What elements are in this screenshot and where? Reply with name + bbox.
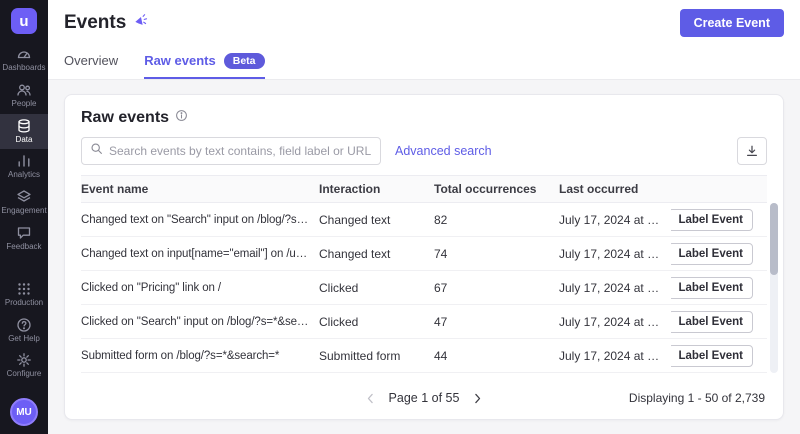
sidebar-item-data[interactable]: Data (0, 114, 48, 150)
tab-overview[interactable]: Overview (64, 46, 118, 79)
page-content: Raw events Advanced search Event name In… (48, 80, 800, 434)
scrollbar-thumb[interactable] (770, 203, 778, 275)
analytics-icon (16, 153, 32, 169)
displaying-count: Displaying 1 - 50 of 2,739 (629, 391, 765, 405)
people-icon (16, 82, 32, 98)
sidebar-item-configure[interactable]: Configure (0, 348, 48, 384)
advanced-search-link[interactable]: Advanced search (395, 144, 492, 158)
sidebar: u Dashboards People Data Analytics Engag… (0, 0, 48, 434)
event-name-cell: Clicked on "Search" input on /blog/?s=*&… (81, 316, 319, 328)
label-event-button[interactable]: Label Event (671, 209, 753, 231)
interaction-cell: Changed text (319, 247, 434, 261)
production-icon (16, 281, 32, 297)
page-header: Events Create Event (48, 0, 800, 46)
dashboards-icon (16, 46, 32, 62)
label-event-button[interactable]: Label Event (671, 311, 753, 333)
last-occurred-cell: July 17, 2024 at 10... (559, 281, 671, 295)
search-box (81, 137, 381, 165)
table-scrollbar[interactable] (770, 203, 778, 373)
page-title: Events (64, 12, 126, 34)
last-occurred-cell: July 17, 2024 at 10... (559, 315, 671, 329)
column-header-event-name: Event name (81, 182, 319, 196)
sidebar-item-feedback[interactable]: Feedback (0, 221, 48, 257)
interaction-cell: Submitted form (319, 349, 434, 363)
download-button[interactable] (737, 137, 767, 165)
app-window: u Dashboards People Data Analytics Engag… (0, 0, 800, 434)
occurrences-cell: 82 (434, 213, 559, 227)
sidebar-item-get-help[interactable]: Get Help (0, 313, 48, 349)
table-body: Changed text on "Search" input on /blog/… (81, 203, 767, 373)
table-row: Clicked on "Search" input on /blog/?s=*&… (81, 305, 767, 339)
last-occurred-cell: July 17, 2024 at 05... (559, 247, 671, 261)
card-title: Raw events (81, 109, 169, 127)
column-header-interaction: Interaction (319, 182, 434, 196)
events-table: Event name Interaction Total occurrences… (81, 175, 767, 373)
engagement-icon (16, 189, 32, 205)
column-header-total-occurrences: Total occurrences (434, 182, 559, 196)
beta-badge: Beta (224, 53, 265, 69)
page-indicator: Page 1 of 55 (389, 391, 460, 405)
table-row: Clicked on "Pricing" link on / Clicked 6… (81, 271, 767, 305)
tab-bar: Overview Raw events Beta (48, 46, 800, 80)
search-icon (90, 142, 103, 160)
search-input[interactable] (109, 144, 372, 158)
help-icon (16, 317, 32, 333)
table-toolbar: Advanced search (81, 137, 767, 165)
create-event-button[interactable]: Create Event (680, 9, 784, 37)
occurrences-cell: 44 (434, 349, 559, 363)
sidebar-item-production[interactable]: Production (0, 277, 48, 313)
occurrences-cell: 47 (434, 315, 559, 329)
sidebar-item-people[interactable]: People (0, 78, 48, 114)
label-event-button[interactable]: Label Event (671, 243, 753, 265)
event-name-cell: Changed text on input[name="email"] on /… (81, 248, 319, 260)
user-avatar[interactable]: MU (10, 398, 38, 426)
last-occurred-cell: July 17, 2024 at 10... (559, 349, 671, 363)
label-event-button[interactable]: Label Event (671, 277, 753, 299)
prev-page-button[interactable] (362, 390, 379, 407)
table-header-row: Event name Interaction Total occurrences… (81, 175, 767, 203)
next-page-button[interactable] (469, 390, 486, 407)
table-row: Submitted form on /blog/?s=*&search=* Su… (81, 339, 767, 373)
event-name-cell: Changed text on "Search" input on /blog/… (81, 214, 319, 226)
main-area: Events Create Event Overview Raw events … (48, 0, 800, 434)
feedback-icon (16, 225, 32, 241)
sidebar-item-analytics[interactable]: Analytics (0, 149, 48, 185)
info-icon (175, 109, 188, 127)
raw-events-card: Raw events Advanced search Event name In… (64, 94, 784, 420)
configure-icon (16, 352, 32, 368)
occurrences-cell: 74 (434, 247, 559, 261)
interaction-cell: Clicked (319, 315, 434, 329)
event-name-cell: Clicked on "Pricing" link on / (81, 282, 319, 294)
column-header-last-occurred: Last occurred (559, 182, 671, 196)
sidebar-item-dashboards[interactable]: Dashboards (0, 42, 48, 78)
label-event-button[interactable]: Label Event (671, 345, 753, 367)
event-name-cell: Submitted form on /blog/?s=*&search=* (81, 350, 319, 362)
sidebar-item-engagement[interactable]: Engagement (0, 185, 48, 221)
table-row: Changed text on input[name="email"] on /… (81, 237, 767, 271)
announcement-icon (133, 13, 148, 33)
tab-raw-events[interactable]: Raw events Beta (144, 46, 264, 79)
occurrences-cell: 67 (434, 281, 559, 295)
interaction-cell: Clicked (319, 281, 434, 295)
table-row: Changed text on "Search" input on /blog/… (81, 203, 767, 237)
userpilot-logo[interactable]: u (11, 8, 37, 34)
pagination-bar: Page 1 of 55 Displaying 1 - 50 of 2,739 (81, 377, 767, 419)
interaction-cell: Changed text (319, 213, 434, 227)
data-icon (16, 118, 32, 134)
last-occurred-cell: July 17, 2024 at 10... (559, 213, 671, 227)
